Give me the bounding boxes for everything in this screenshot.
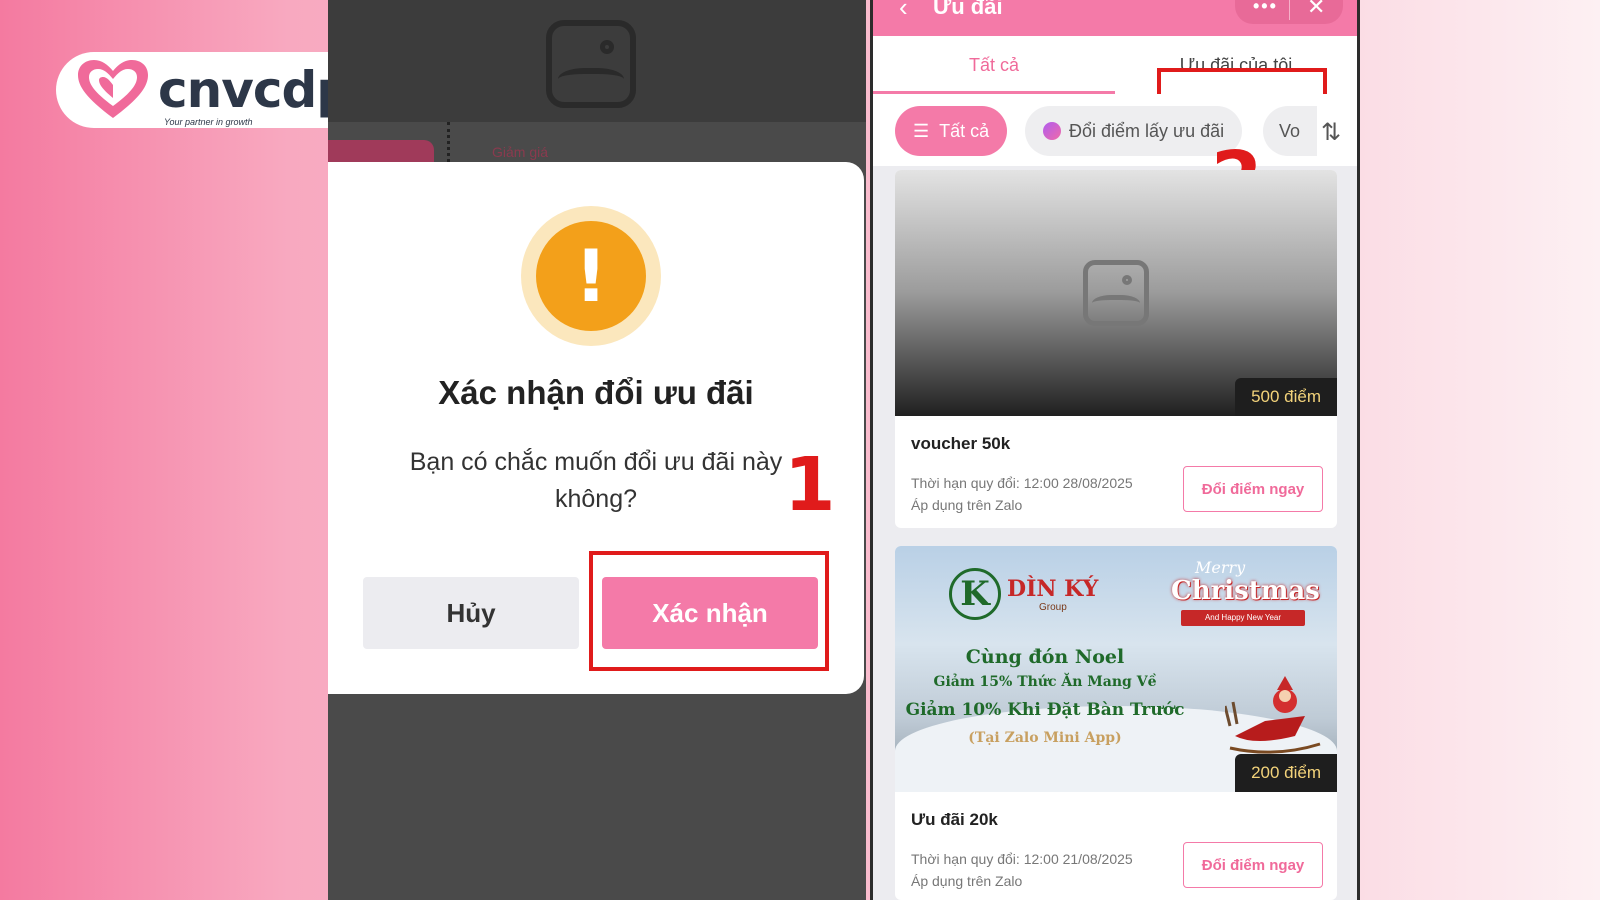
tab-bar: Tất cả Ưu đãi của tôi xyxy=(873,36,1357,132)
warning-icon-glyph: ! xyxy=(536,221,646,331)
voucher-platform: Áp dụng trên Zalo xyxy=(911,873,1023,889)
banner-brand: DÌN KÝ xyxy=(1007,576,1099,602)
confirm-dialog: ! Xác nhận đổi ưu đãi Bạn có chắc muốn đ… xyxy=(328,162,864,694)
christmas-banner: K DÌN KÝ Group Merry Christmas And Happy… xyxy=(895,546,1337,792)
step-number-1: 1 xyxy=(784,442,836,528)
voucher-name: Ưu đãi 20k xyxy=(911,810,998,829)
filter-chip-voucher[interactable]: Vo xyxy=(1263,106,1317,156)
voucher-deadline: Thời hạn quy đổi: 12:00 28/08/2025 xyxy=(911,475,1133,491)
highlight-box-confirm xyxy=(589,551,829,671)
dialog-title: Xác nhận đổi ưu đãi xyxy=(438,374,754,411)
right-phone-screen: ‹ Ưu đãi ••• ✕ Tất cả Ưu đãi của tôi ☰ Tấ… xyxy=(870,0,1360,900)
background-right xyxy=(1360,0,1600,900)
redeem-button[interactable]: Đổi điểm ngay xyxy=(1183,842,1323,888)
points-badge: 500 điểm xyxy=(1235,378,1337,416)
points-badge: 200 điểm xyxy=(1235,754,1337,792)
filter-chip-points[interactable]: Đổi điểm lấy ưu đãi xyxy=(1025,106,1243,156)
voucher-meta: Thời hạn quy đổi: 12:00 21/08/2025 Áp dụ… xyxy=(911,848,1133,892)
voucher-card[interactable]: 500 điểm voucher 50k Thời hạn quy đổi: 1… xyxy=(895,170,1337,528)
dotted-divider xyxy=(447,122,453,162)
banner-line-2: Giảm 15% Thức Ăn Mang Về xyxy=(933,674,1157,690)
cancel-button[interactable]: Hủy xyxy=(363,577,579,649)
brand-logo-icon: K xyxy=(949,568,1001,620)
capsule-divider xyxy=(1289,0,1290,20)
mini-app-capsule: ••• ✕ xyxy=(1235,0,1343,24)
dimmed-chip xyxy=(328,140,434,162)
santa-sleigh-icon xyxy=(1225,676,1321,754)
voucher-meta: Thời hạn quy đổi: 12:00 28/08/2025 Áp dụ… xyxy=(911,472,1133,516)
close-icon[interactable]: ✕ xyxy=(1307,0,1325,20)
image-placeholder-icon xyxy=(546,20,636,108)
logo-wordmark: cnvcdp xyxy=(158,61,352,119)
banner-line-1: Cùng đón Noel xyxy=(965,646,1125,668)
sort-icon[interactable]: ⇅ xyxy=(1321,118,1341,147)
filter-chip-label: Đổi điểm lấy ưu đãi xyxy=(1069,121,1225,141)
banner-christmas: Christmas xyxy=(1171,576,1320,606)
more-icon[interactable]: ••• xyxy=(1253,0,1278,17)
banner-line-3: Giảm 10% Khi Đặt Bàn Trước xyxy=(905,700,1185,720)
list-icon: ☰ xyxy=(913,121,930,141)
logo-tagline: Your partner in growth xyxy=(164,117,253,127)
filter-chip-all[interactable]: ☰ Tất cả xyxy=(895,106,1008,156)
app-header: ‹ Ưu đãi ••• ✕ xyxy=(873,0,1357,36)
points-icon xyxy=(1043,122,1061,140)
banner-ribbon: And Happy New Year xyxy=(1181,610,1305,626)
dimmed-label: Giảm giá xyxy=(492,144,549,160)
dialog-message: Bạn có chắc muốn đổi ưu đãi này không? xyxy=(409,448,783,513)
warning-icon: ! xyxy=(521,206,661,346)
header-title: Ưu đãi xyxy=(933,0,1003,19)
voucher-platform: Áp dụng trên Zalo xyxy=(911,497,1023,513)
filter-chip-label: Vo xyxy=(1279,121,1301,141)
banner-line-4: (Tại Zalo Mini App) xyxy=(968,730,1122,746)
voucher-image: 500 điểm xyxy=(895,170,1337,416)
left-phone-screen: Giảm giá ! Xác nhận đổi ưu đãi Bạn có ch… xyxy=(328,0,866,900)
chevron-left-icon[interactable]: ‹ xyxy=(899,0,908,23)
heart-logo-icon xyxy=(78,60,148,118)
banner-merry: Merry xyxy=(1195,558,1246,577)
redeem-button[interactable]: Đổi điểm ngay xyxy=(1183,466,1323,512)
filter-bar: ☰ Tất cả Đổi điểm lấy ưu đãi Vo ⇅ xyxy=(873,94,1357,166)
voucher-name: voucher 50k xyxy=(911,434,1011,453)
voucher-deadline: Thời hạn quy đổi: 12:00 21/08/2025 xyxy=(911,851,1133,867)
tab-all[interactable]: Tất cả xyxy=(873,36,1115,94)
filter-chip-label: Tất cả xyxy=(939,121,990,141)
voucher-card[interactable]: K DÌN KÝ Group Merry Christmas And Happy… xyxy=(895,546,1337,900)
banner-brand-sub: Group xyxy=(1039,602,1067,613)
image-placeholder-icon xyxy=(1083,260,1149,326)
